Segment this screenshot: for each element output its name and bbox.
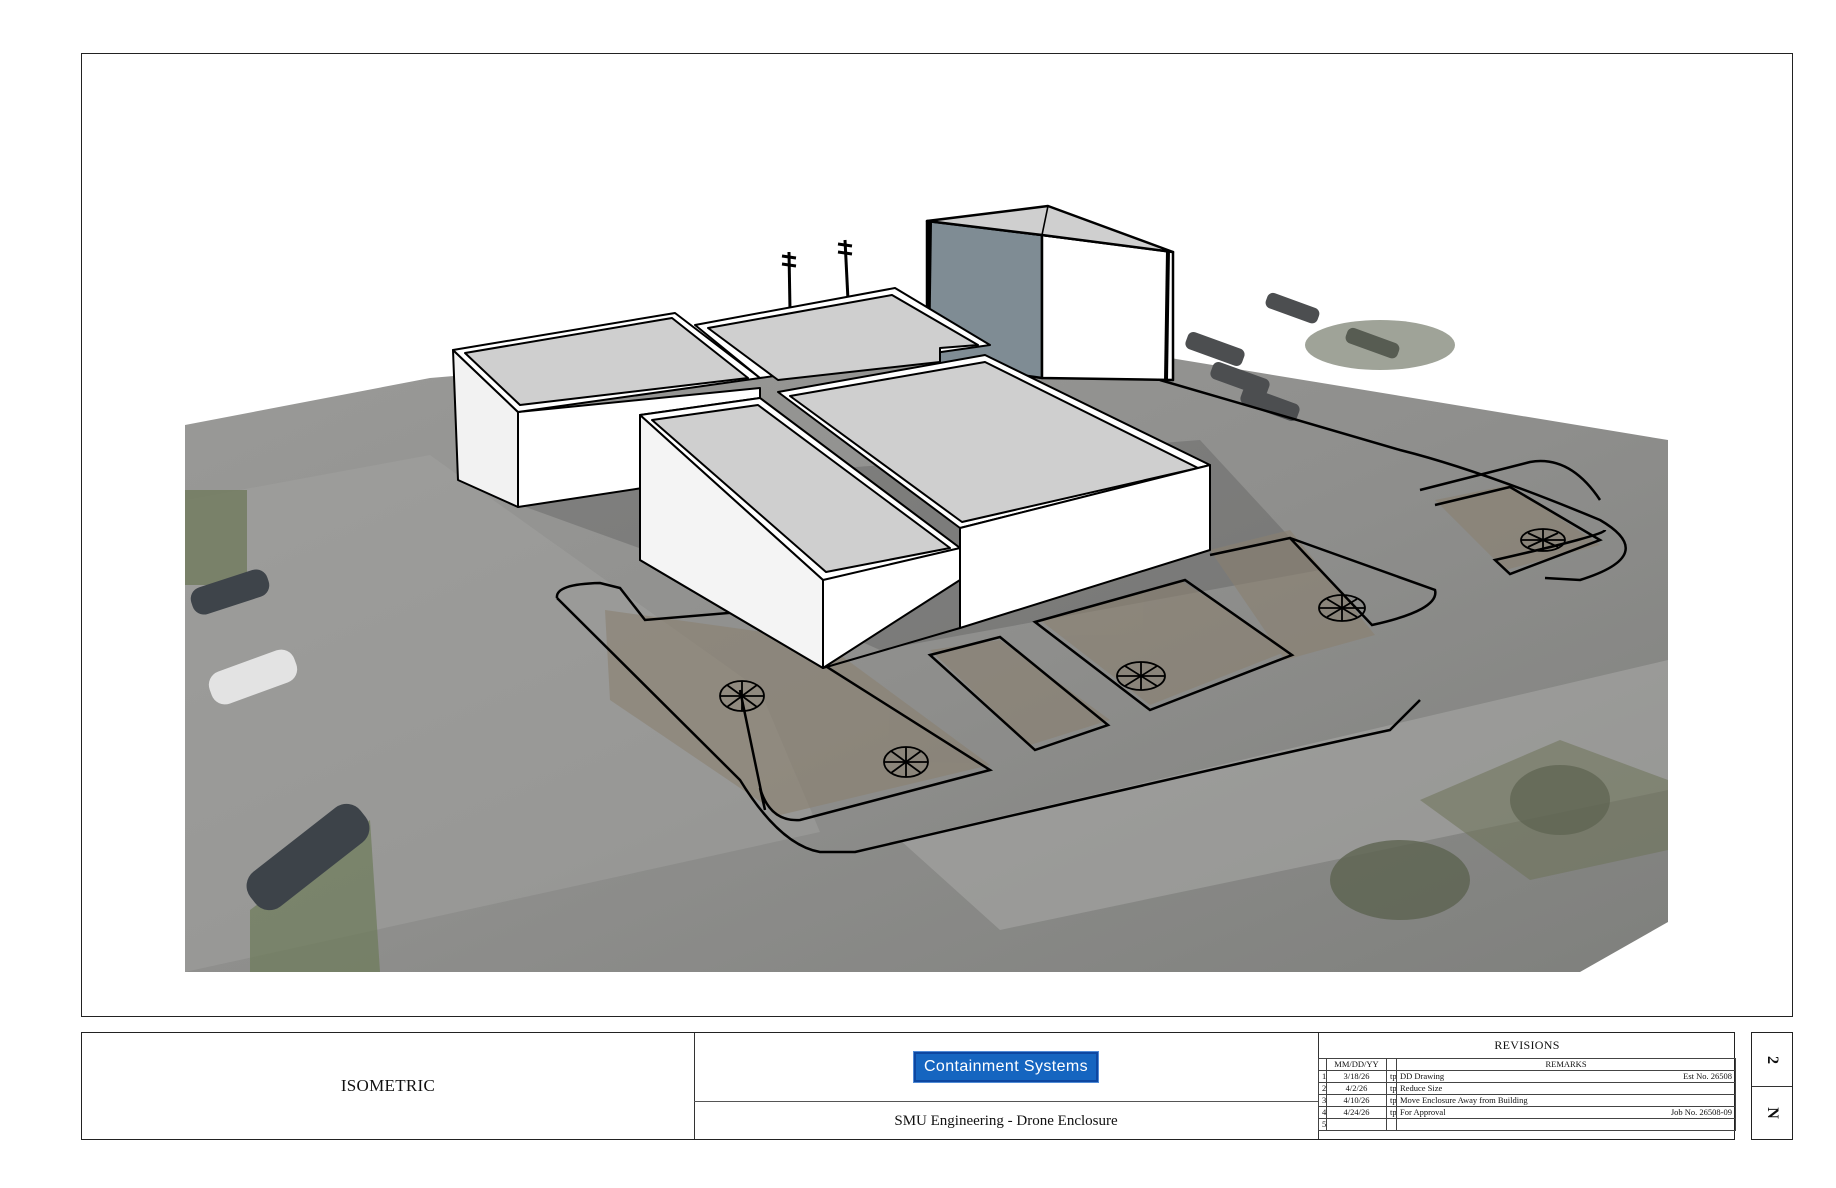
sheet-number-cell: 2 (1752, 1033, 1792, 1087)
revisions-header-row: MM/DD/YY REMARKS (1318, 1058, 1736, 1071)
view-name: ISOMETRIC (82, 1033, 695, 1139)
rev-remark: Reduce Size (1400, 1083, 1443, 1094)
sheet-number: 2 (1764, 1055, 1781, 1064)
rev-date-header: MM/DD/YY (1326, 1058, 1387, 1071)
title-block: ISOMETRIC Containment Systems SMU Engine… (81, 1032, 1736, 1140)
company-logo: Containment Systems (912, 1051, 1100, 1083)
rev-date: 4/10/26 (1326, 1094, 1387, 1107)
rev-by: tp (1386, 1106, 1397, 1119)
rev-note: Job No. 26508-09 (1670, 1107, 1732, 1118)
revisions-title: REVISIONS (1494, 1038, 1560, 1052)
revisions-block: REVISIONS MM/DD/YY REMARKS 1 3/18/26 tp … (1318, 1033, 1736, 1139)
rev-date: 4/2/26 (1326, 1082, 1387, 1095)
rev-num: 3 (1318, 1094, 1327, 1107)
rev-num: 4 (1318, 1106, 1327, 1119)
rev-by: tp (1386, 1094, 1397, 1107)
rev-date (1326, 1118, 1387, 1131)
rev-num: 2 (1318, 1082, 1327, 1095)
sheet-prefix: N (1764, 1106, 1781, 1119)
revision-row: 5 (1318, 1118, 1736, 1131)
rev-by: tp (1386, 1070, 1397, 1083)
sheet-prefix-cell: N (1752, 1086, 1792, 1139)
logo-cell: Containment Systems (694, 1033, 1318, 1102)
rev-date: 4/24/26 (1326, 1106, 1387, 1119)
project-title: SMU Engineering - Drone Enclosure (894, 1112, 1118, 1129)
rev-remark: Move Enclosure Away from Building (1400, 1095, 1528, 1106)
rev-remark: For Approval (1400, 1107, 1446, 1118)
rev-note: Est No. 26508 (1683, 1071, 1732, 1082)
rev-remark-cell: Move Enclosure Away from Building (1396, 1094, 1736, 1107)
revisions-table: MM/DD/YY REMARKS 1 3/18/26 tp DD Drawing… (1318, 1058, 1736, 1131)
rev-by: tp (1386, 1082, 1397, 1095)
revision-row: 3 4/10/26 tp Move Enclosure Away from Bu… (1318, 1094, 1736, 1107)
rev-remark-cell (1396, 1118, 1736, 1131)
rev-num-header (1318, 1058, 1327, 1071)
drone-enclosure (925, 204, 1175, 382)
rev-remarks-header: REMARKS (1396, 1058, 1736, 1071)
rev-remark: DD Drawing (1400, 1071, 1445, 1082)
revision-row: 1 3/18/26 tp DD Drawing Est No. 26508 (1318, 1070, 1736, 1083)
rev-date: 3/18/26 (1326, 1070, 1387, 1083)
title-block-center: Containment Systems SMU Engineering - Dr… (694, 1033, 1319, 1139)
isometric-site-drawing (185, 204, 1668, 972)
rev-num: 5 (1318, 1118, 1327, 1131)
rev-by (1386, 1118, 1397, 1131)
rev-by-header (1386, 1058, 1397, 1071)
revision-row: 4 4/24/26 tp For Approval Job No. 26508-0… (1318, 1106, 1736, 1119)
revision-row: 2 4/2/26 tp Reduce Size (1318, 1082, 1736, 1095)
rev-num: 1 (1318, 1070, 1327, 1083)
sheet-number-box: 2 N (1751, 1032, 1793, 1140)
rev-remark-cell: Reduce Size (1396, 1082, 1736, 1095)
rev-remark-cell: For Approval Job No. 26508-09 (1396, 1106, 1736, 1119)
rev-remark-cell: DD Drawing Est No. 26508 (1396, 1070, 1736, 1083)
